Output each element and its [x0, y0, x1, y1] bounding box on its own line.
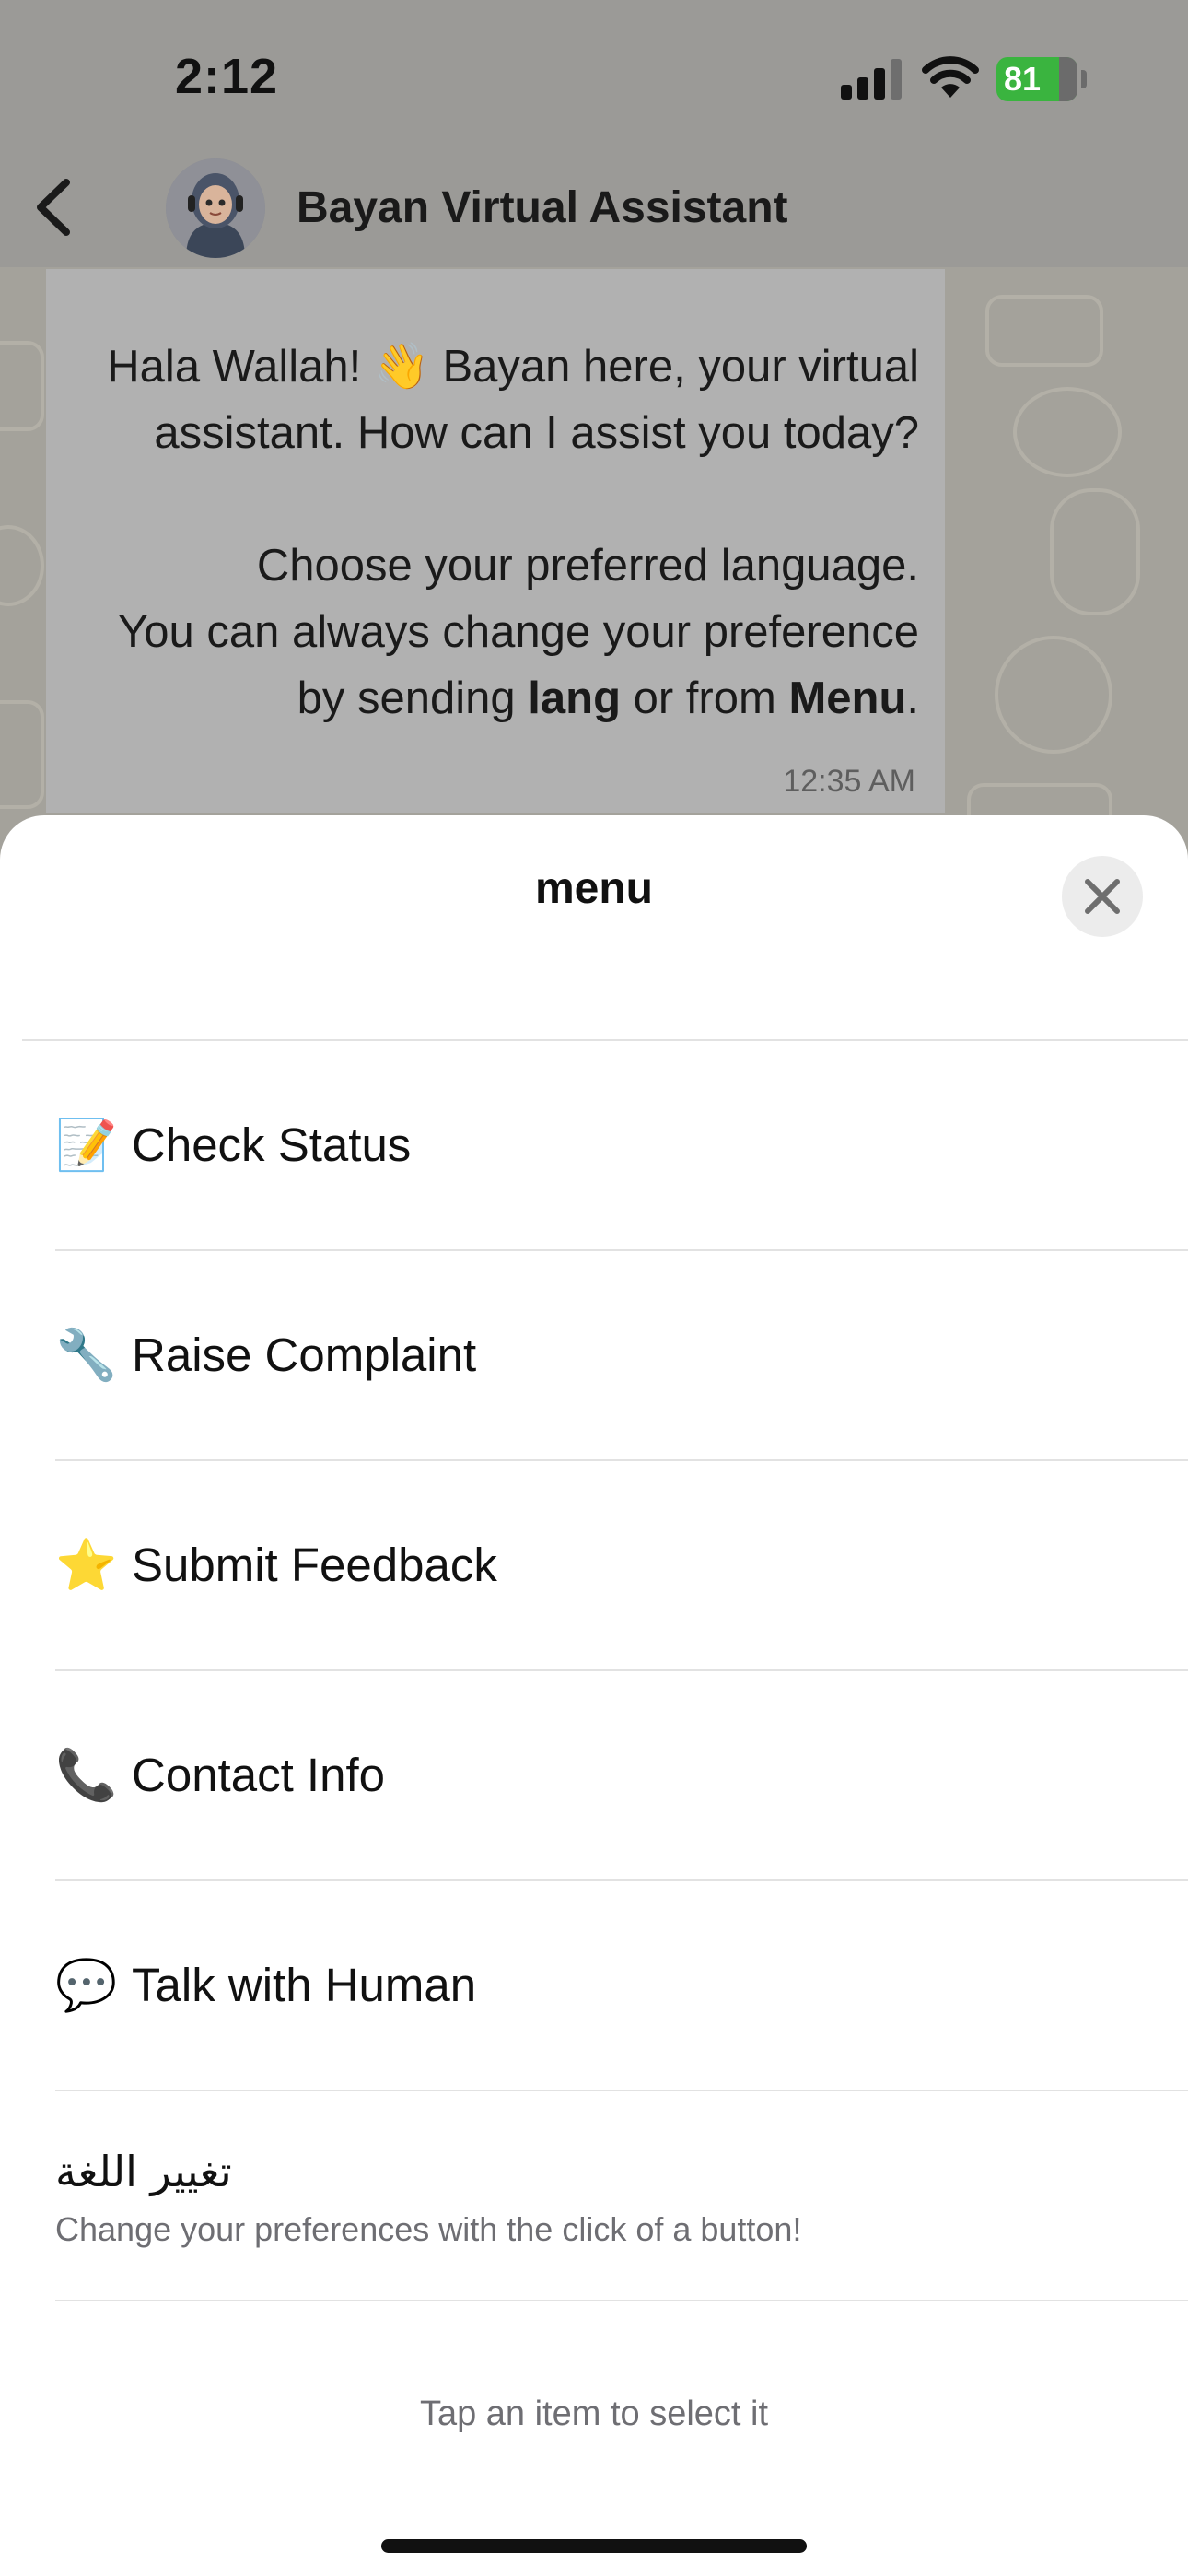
wrench-icon: 🔧	[55, 1328, 118, 1383]
menu-item-label: Contact Info	[132, 1749, 385, 1801]
battery-tip	[1081, 70, 1087, 88]
menu-item-change-language[interactable]: تغيير اللغة Change your preferences with…	[55, 2091, 1188, 2301]
chevron-left-icon	[37, 179, 70, 236]
sheet-hint: Tap an item to select it	[419, 2395, 769, 2433]
message-bold-menu: Menu	[788, 673, 907, 723]
home-indicator[interactable]	[381, 2539, 807, 2553]
message-text: by sending	[297, 673, 529, 723]
battery-remainder	[1059, 57, 1077, 101]
message-timestamp: 12:35 AM	[783, 764, 915, 799]
star-icon: ⭐	[55, 1538, 118, 1593]
message-line: by sending lang or from Menu.	[72, 665, 919, 732]
close-button[interactable]	[1062, 856, 1143, 937]
message-bubble: Hala Wallah! 👋 Bayan here, your virtual …	[46, 269, 945, 813]
message-line: Hala Wallah! 👋 Bayan here, your virtual	[107, 342, 919, 392]
chat-title[interactable]: Bayan Virtual Assistant	[297, 182, 788, 233]
battery-level: 81	[1004, 60, 1042, 98]
speech-bubble-icon: 💬	[55, 1958, 118, 2013]
close-icon	[1085, 879, 1120, 914]
wifi-icon	[921, 55, 980, 101]
message-text: .	[906, 673, 919, 723]
message-bold-lang: lang	[528, 673, 622, 723]
cellular-signal-icon	[841, 59, 902, 100]
message-line: Choose your preferred language.	[256, 541, 919, 591]
memo-icon: 📝	[55, 1118, 118, 1173]
menu-item-label: Talk with Human	[132, 1959, 477, 2011]
menu-item-description: Change your preferences with the click o…	[55, 2210, 802, 2248]
menu-item-contact-info[interactable]: 📞 Contact Info	[55, 1671, 1188, 1881]
menu-sheet: menu 📝 Check Status 🔧 Raise Complaint ⭐ …	[0, 815, 1188, 2576]
menu-item-label: Submit Feedback	[132, 1539, 497, 1591]
phone-icon: 📞	[55, 1748, 118, 1803]
status-time: 2:12	[175, 49, 279, 104]
menu-item-raise-complaint[interactable]: 🔧 Raise Complaint	[55, 1251, 1188, 1461]
menu-item-label: Raise Complaint	[132, 1329, 477, 1381]
screen: 2:12 81 Bayan Virtual Assistant Hala Wal…	[0, 0, 1188, 2576]
sheet-title: menu	[534, 864, 653, 913]
menu-item-check-status[interactable]: 📝 Check Status	[55, 1041, 1188, 1251]
message-line: You can always change your preference	[118, 607, 919, 657]
message-text: or from	[621, 673, 789, 723]
back-button[interactable]	[28, 175, 83, 240]
chat-header: Bayan Virtual Assistant	[0, 147, 1188, 267]
message-line: assistant. How can I assist you today?	[154, 408, 919, 458]
menu-item-submit-feedback[interactable]: ⭐ Submit Feedback	[55, 1461, 1188, 1671]
menu-item-label: تغيير اللغة	[55, 2147, 232, 2196]
avatar[interactable]	[166, 158, 265, 258]
menu-item-talk-with-human[interactable]: 💬 Talk with Human	[55, 1881, 1188, 2091]
status-bar: 2:12 81	[0, 0, 1188, 147]
menu-item-label: Check Status	[132, 1118, 412, 1171]
